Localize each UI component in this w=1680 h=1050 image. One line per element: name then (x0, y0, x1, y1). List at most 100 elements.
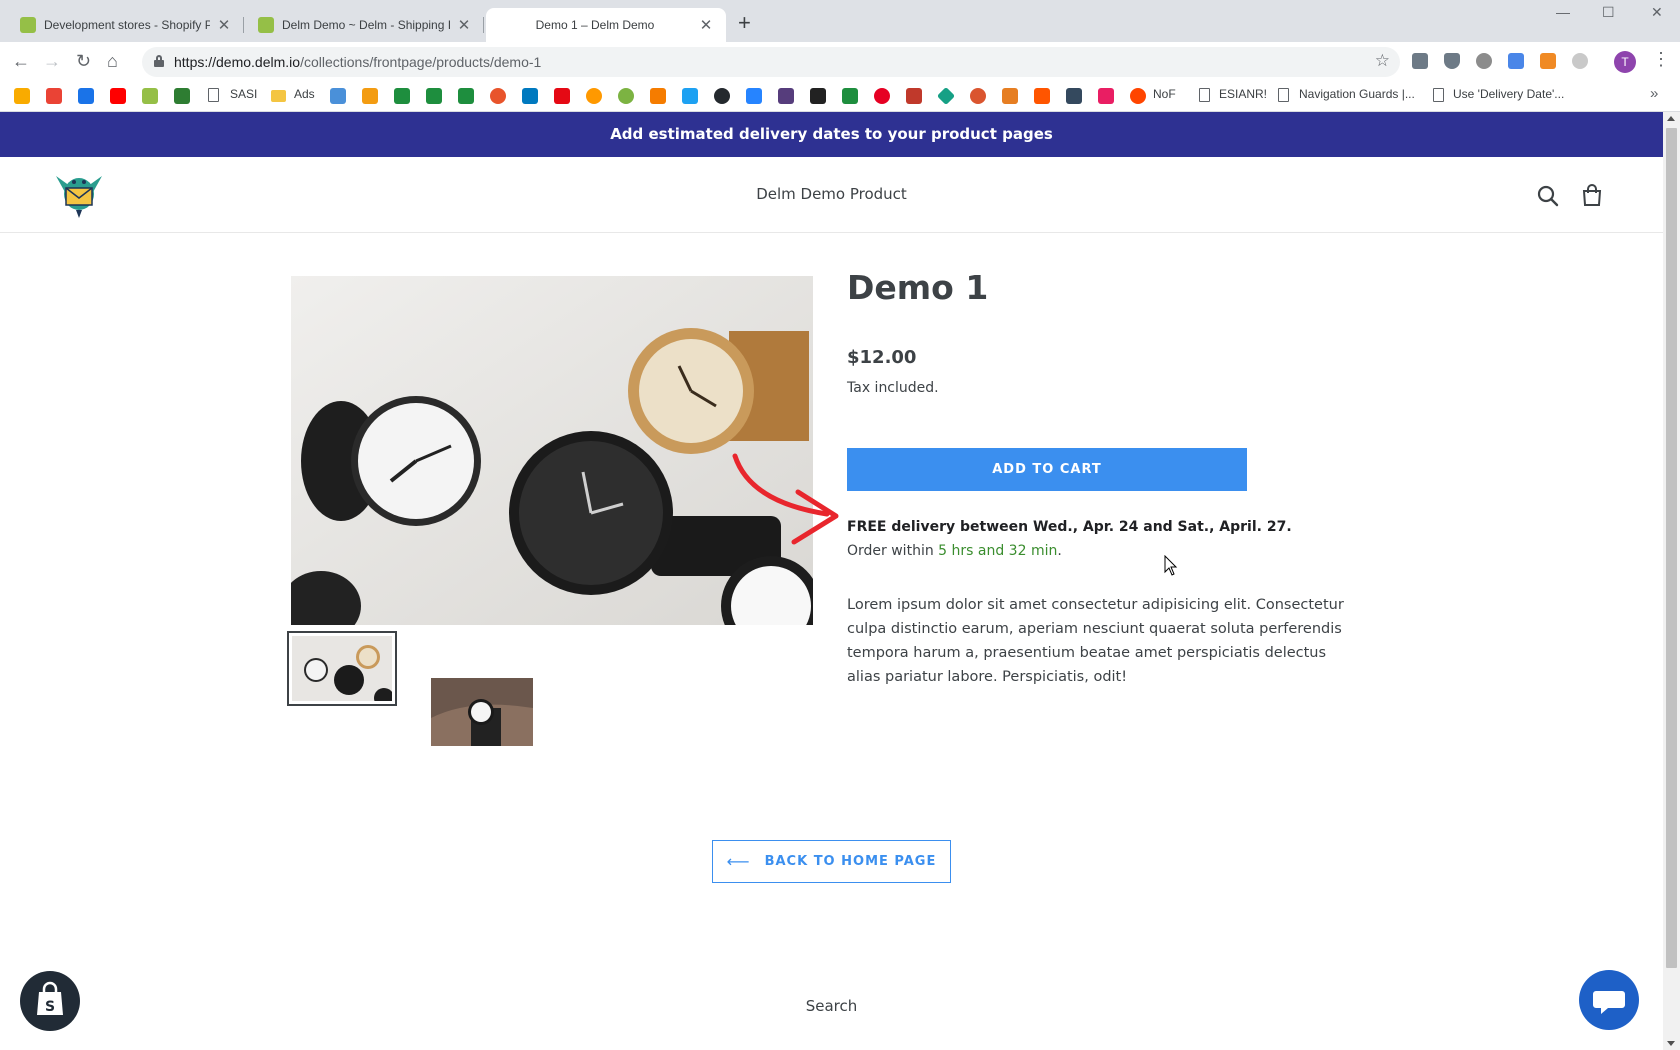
browser-menu-icon[interactable]: ⋮ (1652, 49, 1670, 70)
browser-tab-demo-1[interactable]: Demo 1 – Delm Demo ✕ (486, 8, 726, 42)
left-arrow-icon: ⟵ (726, 852, 751, 871)
extension-recycle-icon[interactable] (1412, 53, 1428, 69)
browser-toolbar: ← → ↻ ⌂ https://demo.delm.io/collections… (0, 42, 1680, 80)
scroll-down-icon[interactable] (1667, 1041, 1675, 1046)
product-price: $12.00 (847, 347, 917, 368)
bookmark-indiehackers-icon[interactable] (810, 88, 826, 104)
close-window-icon[interactable]: ✕ (1651, 4, 1663, 21)
bookmark-sheets-icon[interactable] (426, 88, 442, 104)
profile-avatar[interactable]: T (1614, 51, 1636, 73)
red-arrow-annotation-icon (732, 453, 839, 545)
shopify-favicon-icon (258, 17, 274, 33)
bookmark-icon[interactable] (362, 88, 378, 104)
extension-grey-icon[interactable] (1572, 53, 1588, 69)
bookmark-page-icon (1199, 88, 1210, 102)
url-text: https://demo.delm.io/collections/frontpa… (174, 54, 542, 70)
browser-tab-shopify-partners[interactable]: Development stores - Shopify Pa ✕ (8, 8, 244, 42)
bookmark-soundcloud-icon[interactable] (1034, 88, 1050, 104)
product-main-image[interactable] (291, 276, 813, 625)
close-tab-icon[interactable]: ✕ (456, 16, 472, 34)
tab-title: Delm Demo ~ Delm - Shipping I (282, 18, 450, 32)
address-bar[interactable]: https://demo.delm.io/collections/frontpa… (142, 47, 1400, 77)
bookmark-esianr[interactable]: ESIANR! (1219, 87, 1267, 101)
bookmark-green-icon[interactable] (174, 88, 190, 104)
bookmark-delivery-date[interactable]: Use 'Delivery Date'... (1453, 87, 1564, 101)
bookmark-netflix-icon[interactable] (554, 88, 570, 104)
page-scrollbar[interactable] (1663, 112, 1680, 1050)
forward-arrow-icon[interactable]: → (43, 51, 61, 71)
tab-title: Development stores - Shopify Pa (44, 18, 210, 32)
chat-bubble-icon (1593, 991, 1625, 1014)
bookmark-sheets-icon[interactable] (458, 88, 474, 104)
bookmark-navigation-guards[interactable]: Navigation Guards |... (1299, 87, 1415, 101)
bookmark-star-icon[interactable]: ☆ (1375, 51, 1390, 71)
bookmark-blue-icon[interactable] (78, 88, 94, 104)
bookmark-gmail-icon[interactable] (46, 88, 62, 104)
bookmark-icon[interactable] (1098, 88, 1114, 104)
bookmark-nof[interactable]: NoF (1153, 87, 1176, 101)
bookmark-icon[interactable] (490, 88, 506, 104)
extension-ublock-icon[interactable] (1444, 53, 1460, 69)
product-description: Lorem ipsum dolor sit amet consectetur a… (847, 597, 1344, 685)
bookmark-page-icon (208, 88, 219, 102)
bookmark-icon[interactable] (842, 88, 858, 104)
bookmark-icon[interactable] (936, 86, 956, 106)
page-viewport: Add estimated delivery dates to your pro… (0, 112, 1663, 1050)
footer-search-link[interactable]: Search (0, 997, 1663, 1015)
site-header: Delm Demo Product (0, 157, 1663, 233)
bookmark-ads[interactable]: Ads (294, 87, 315, 101)
home-icon[interactable]: ⌂ (107, 51, 118, 71)
tab-title: Demo 1 – Delm Demo (535, 18, 655, 32)
tax-note: Tax included. (847, 380, 939, 396)
scroll-up-icon[interactable] (1667, 116, 1675, 121)
add-to-cart-button[interactable]: ADD TO CART (847, 448, 1247, 491)
bookmark-icon[interactable] (746, 88, 762, 104)
close-tab-icon[interactable]: ✕ (698, 16, 714, 34)
bookmark-youtube-icon[interactable] (110, 88, 126, 104)
chat-button[interactable] (1579, 970, 1639, 1030)
bookmark-amazon-icon[interactable] (586, 88, 602, 104)
scrollbar-thumb[interactable] (1666, 128, 1677, 968)
bookmark-pinterest-icon[interactable] (874, 88, 890, 104)
product-thumbnail-1[interactable] (287, 631, 397, 706)
bookmark-icon[interactable] (650, 88, 666, 104)
bookmark-bootstrap-icon[interactable] (778, 88, 794, 104)
store-name-link[interactable]: Delm Demo Product (0, 185, 1663, 203)
svg-text:S: S (45, 999, 55, 1015)
announcement-bar[interactable]: Add estimated delivery dates to your pro… (0, 112, 1663, 157)
bookmark-shopify-icon[interactable] (142, 88, 158, 104)
cart-icon[interactable] (1580, 183, 1604, 207)
lock-icon (154, 55, 164, 67)
reload-icon[interactable]: ↻ (76, 51, 91, 71)
maximize-window-icon[interactable]: ☐ (1602, 4, 1615, 21)
new-tab-button[interactable]: + (738, 12, 751, 34)
bookmark-reddit-icon[interactable] (1130, 88, 1146, 104)
bookmark-icon[interactable] (1002, 88, 1018, 104)
minimize-window-icon[interactable]: — (1556, 4, 1570, 20)
bookmark-icon[interactable] (618, 88, 634, 104)
extension-calendar-icon[interactable] (1508, 53, 1524, 69)
product-thumbnail-2[interactable] (431, 678, 533, 746)
bookmark-icon[interactable] (330, 88, 346, 104)
bookmark-twitter-icon[interactable] (682, 88, 698, 104)
back-to-home-button[interactable]: ⟵ BACK TO HOME PAGE (712, 840, 951, 883)
shopify-bag-button[interactable]: S (20, 971, 80, 1031)
bookmark-trello-icon[interactable] (522, 88, 538, 104)
bookmark-github-icon[interactable] (714, 88, 730, 104)
bookmarks-bar: SASI Ads NoF ESIANR! Navigation Guards |… (0, 80, 1680, 112)
extension-honey-icon[interactable] (1540, 53, 1556, 69)
extension-adblock-icon[interactable] (1476, 53, 1492, 69)
shopify-favicon-icon (20, 17, 36, 33)
shopify-bag-icon: S (37, 981, 63, 1015)
search-icon[interactable] (1536, 184, 1560, 208)
bookmark-icon[interactable] (906, 88, 922, 104)
bookmark-sasi[interactable]: SASI (230, 87, 257, 101)
close-tab-icon[interactable]: ✕ (216, 16, 232, 34)
bookmarks-overflow-icon[interactable]: » (1650, 85, 1658, 102)
back-arrow-icon[interactable]: ← (12, 51, 30, 71)
browser-tab-delm-shipping[interactable]: Delm Demo ~ Delm - Shipping I ✕ (246, 8, 484, 42)
bookmark-icon[interactable] (1066, 88, 1082, 104)
bookmark-analytics-icon[interactable] (14, 88, 30, 104)
bookmark-sheets-icon[interactable] (394, 88, 410, 104)
bookmark-producthunt-icon[interactable] (970, 88, 986, 104)
